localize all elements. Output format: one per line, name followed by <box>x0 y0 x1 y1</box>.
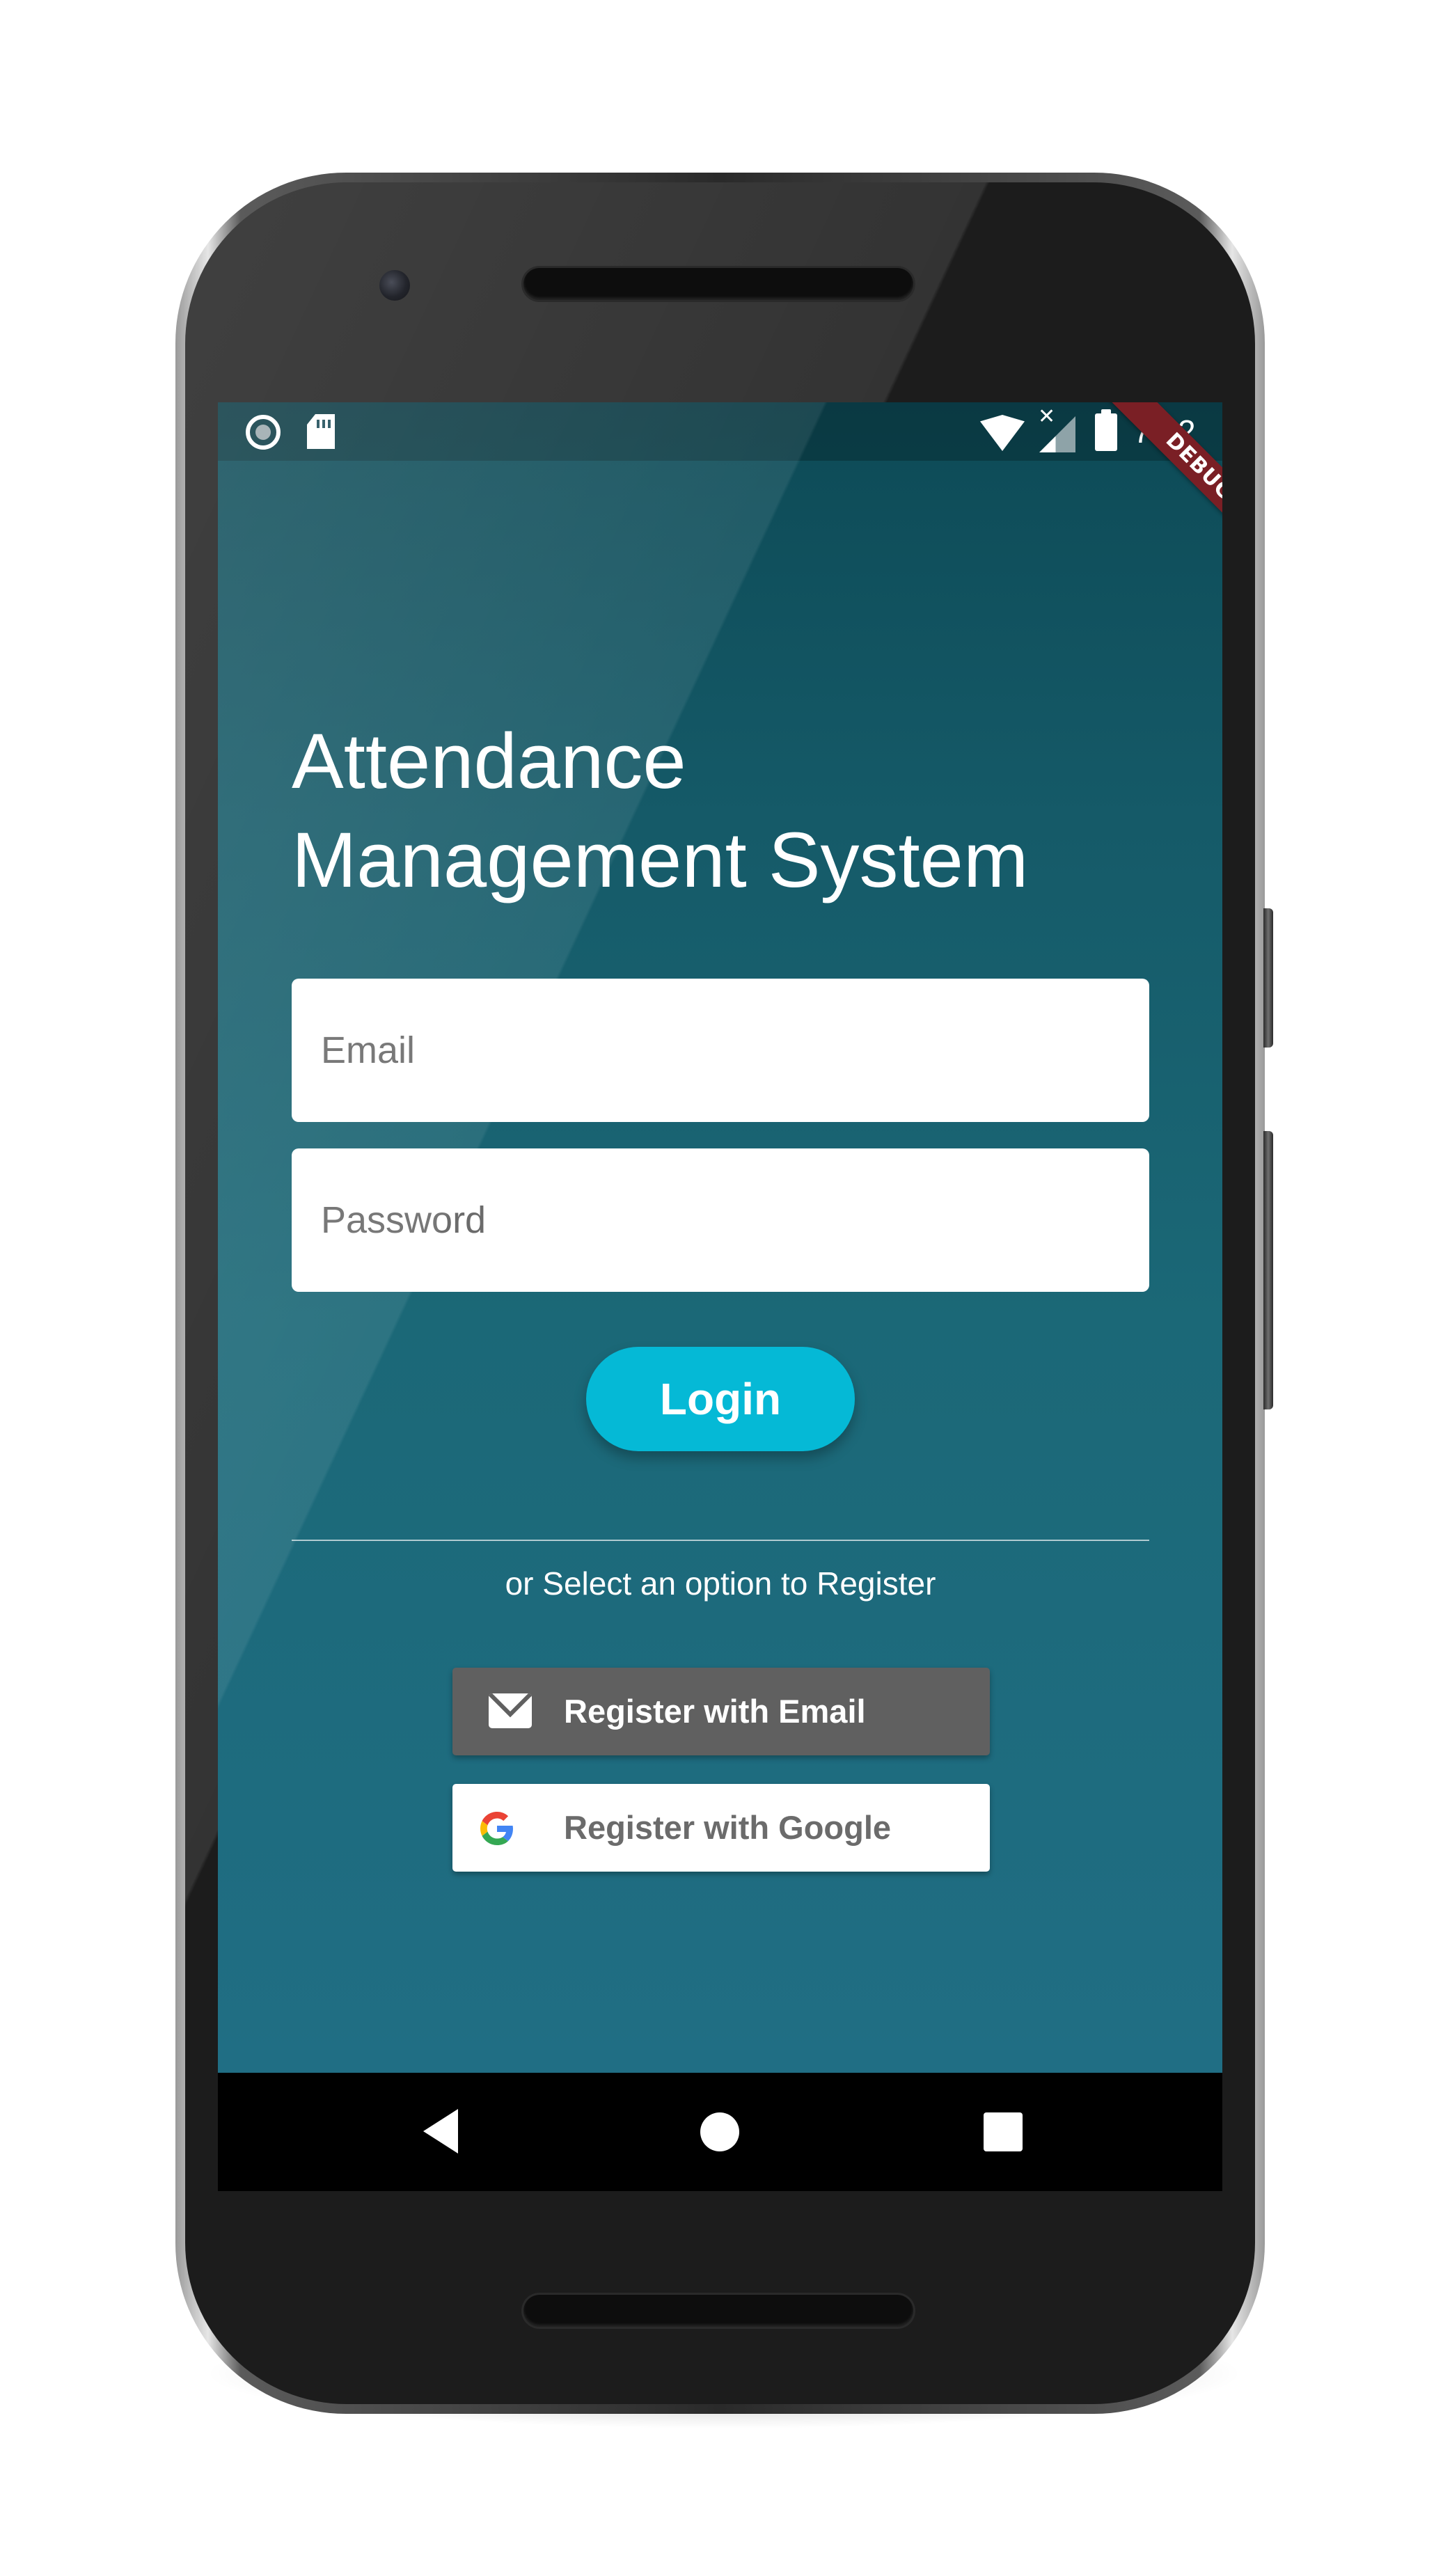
power-button <box>1263 1131 1273 1409</box>
top-speaker <box>523 268 913 300</box>
email-field-container <box>292 979 1149 1122</box>
home-icon[interactable] <box>700 2112 739 2151</box>
password-field-container <box>292 1148 1149 1292</box>
page-title: Attendance Management System <box>292 712 1169 910</box>
divider <box>292 1540 1149 1541</box>
recording-icon <box>246 415 281 450</box>
password-field[interactable] <box>292 1148 1149 1292</box>
front-camera <box>379 270 410 301</box>
register-email-label: Register with Email <box>564 1693 866 1730</box>
register-hint: or Select an option to Register <box>505 1565 936 1602</box>
mail-icon <box>489 1693 532 1728</box>
register-google-button[interactable]: Register with Google <box>452 1784 990 1872</box>
sd-card-icon <box>307 414 335 449</box>
no-service-icon: ✕ <box>1038 404 1056 429</box>
phone-screen: ✕ 7:02 Attendance Management System Logi… <box>218 402 1222 2191</box>
back-icon[interactable] <box>423 2109 458 2154</box>
navigation-bar <box>218 2073 1222 2191</box>
volume-button <box>1263 908 1273 1048</box>
email-field[interactable] <box>292 979 1149 1122</box>
register-email-button[interactable]: Register with Email <box>452 1668 990 1755</box>
google-icon <box>480 1812 513 1845</box>
login-screen: ✕ 7:02 Attendance Management System Logi… <box>218 402 1222 2073</box>
battery-icon <box>1095 409 1117 451</box>
wifi-icon <box>980 415 1025 451</box>
bottom-speaker <box>523 2295 913 2327</box>
title-line-1: Attendance <box>292 718 686 805</box>
recents-icon[interactable] <box>984 2112 1023 2151</box>
title-line-2: Management System <box>292 816 1029 903</box>
status-bar: ✕ 7:02 <box>218 402 1222 461</box>
login-button[interactable]: Login <box>586 1347 855 1451</box>
register-google-label: Register with Google <box>564 1809 892 1846</box>
